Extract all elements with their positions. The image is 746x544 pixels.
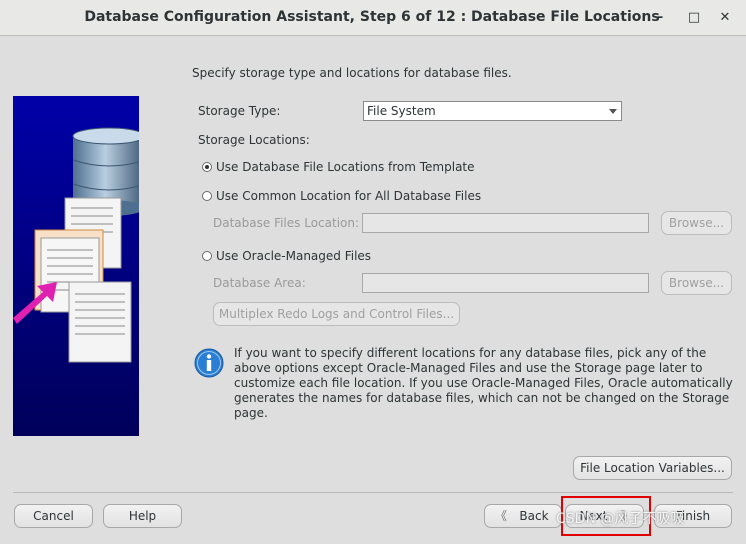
radio-common-location[interactable] [202,191,212,201]
storage-type-select[interactable]: File System [363,101,622,121]
cancel-button[interactable]: Cancel [14,504,93,528]
storage-type-value: File System [367,104,436,118]
radio-oracle-managed[interactable] [202,251,212,261]
storage-type-label: Storage Type: [198,104,281,118]
info-icon [194,348,224,378]
footer-separator [13,492,733,493]
intro-text: Specify storage type and locations for d… [192,66,512,80]
info-message: If you want to specify different locatio… [234,346,733,420]
radio-oracle-managed-label[interactable]: Use Oracle-Managed Files [216,249,371,263]
window-title: Database Configuration Assistant, Step 6… [84,9,660,25]
radio-template-label[interactable]: Use Database File Locations from Templat… [216,160,475,174]
maximize-icon[interactable]: □ [684,8,704,28]
storage-locations-label: Storage Locations: [198,133,310,147]
browse-db-area-button[interactable]: Browse... [661,271,732,295]
back-button[interactable]: 《 Back [484,504,562,528]
back-label: Back [519,509,549,523]
db-files-location-field[interactable] [362,213,649,233]
radio-template[interactable] [202,162,212,172]
close-icon[interactable]: ✕ [715,8,735,28]
back-arrow-icon: 《 [495,509,508,523]
wizard-side-image [13,96,139,436]
help-button[interactable]: Help [103,504,182,528]
title-bar: Database Configuration Assistant, Step 6… [0,0,746,36]
db-area-field[interactable] [362,273,649,293]
multiplex-redo-logs-button[interactable]: Multiplex Redo Logs and Control Files... [213,302,460,326]
db-area-label: Database Area: [213,276,306,290]
file-location-variables-button[interactable]: File Location Variables... [573,456,732,480]
minimize-icon[interactable]: – [650,8,670,28]
watermark: CSDN @风子不吸吸 [556,511,685,527]
radio-common-location-label[interactable]: Use Common Location for All Database Fil… [216,189,481,203]
browse-files-location-button[interactable]: Browse... [661,211,732,235]
chevron-down-icon [609,109,617,114]
db-files-location-label: Database Files Location: [213,216,360,230]
